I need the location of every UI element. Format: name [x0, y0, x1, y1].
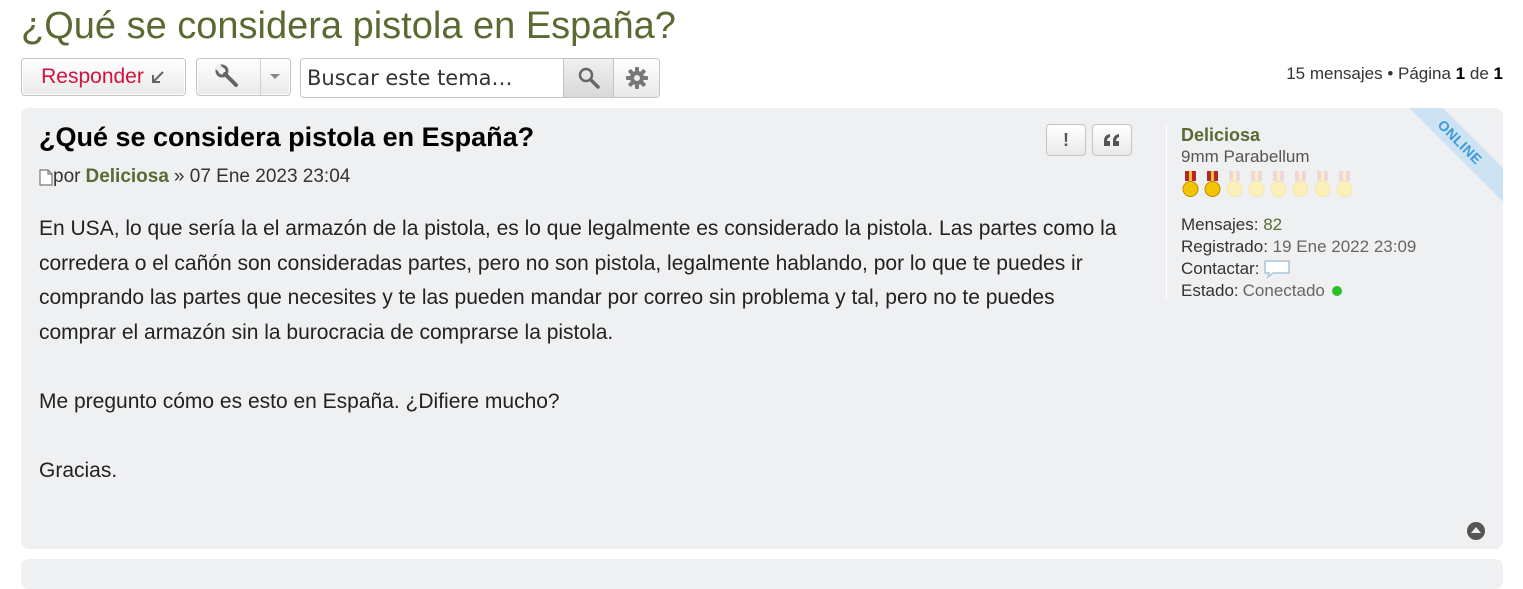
search-input[interactable]	[301, 59, 563, 97]
tools-main[interactable]	[197, 59, 261, 95]
medal-filled-icon	[1204, 171, 1221, 197]
profile-joined: Registrado: 19 Ene 2022 23:09	[1181, 236, 1486, 258]
post-content: En USA, lo que sería la el armazón de la…	[39, 212, 1129, 523]
tools-dropdown[interactable]	[261, 59, 290, 95]
contact-label: Contactar:	[1181, 259, 1260, 278]
post-paragraph: Gracias.	[39, 458, 118, 482]
joined-label: Registrado:	[1181, 237, 1268, 256]
post-meta: por Deliciosa » 07 Ene 2023 23:04	[39, 166, 350, 188]
joined-value: 19 Ene 2022 23:09	[1272, 237, 1417, 256]
medal-filled-icon	[1182, 171, 1199, 197]
post-profile: Deliciosa 9mm Parabellum Mensajes: 82 Re…	[1166, 124, 1486, 300]
reply-button[interactable]: Responder	[21, 58, 186, 96]
profile-rank: 9mm Parabellum	[1181, 147, 1310, 166]
status-label: Estado:	[1181, 281, 1239, 300]
quote-icon	[1104, 134, 1119, 146]
page-title[interactable]: ¿Qué se considera pistola en España?	[21, 3, 676, 49]
topic-tools-button[interactable]	[196, 58, 291, 96]
profile-contact: Contactar:	[1181, 258, 1486, 280]
current-page: 1	[1455, 64, 1466, 83]
next-post	[21, 559, 1503, 589]
wrench-icon	[215, 64, 239, 87]
medal-empty-icon	[1336, 171, 1353, 197]
back-to-top-icon[interactable]	[1466, 521, 1486, 541]
post-paragraph: Me pregunto cómo es esto en España. ¿Dif…	[39, 389, 560, 413]
gear-icon	[625, 67, 648, 89]
reply-label: Responder	[41, 65, 144, 88]
online-dot-icon	[1331, 286, 1342, 296]
post-buttons: !	[1046, 124, 1132, 156]
report-icon: !	[1063, 129, 1069, 150]
total-pages: 1	[1493, 64, 1503, 83]
search-icon	[578, 67, 600, 89]
status-value: Conectado	[1242, 281, 1325, 300]
medal-empty-icon	[1314, 171, 1331, 197]
post-author[interactable]: Deliciosa	[85, 166, 168, 188]
advanced-search-button[interactable]	[613, 59, 659, 97]
medal-empty-icon	[1292, 171, 1309, 197]
posts-label: Mensajes:	[1181, 215, 1259, 234]
post-paragraph: En USA, lo que sería la el armazón de la…	[39, 217, 1117, 344]
post-title[interactable]: ¿Qué se considera pistola en España?	[39, 122, 534, 153]
caret-down-icon	[270, 74, 281, 79]
pagination-sep: de	[1469, 64, 1489, 83]
medal-empty-icon	[1226, 171, 1243, 197]
profile-status: Estado: Conectado	[1181, 280, 1486, 302]
post-date: » 07 Ene 2023 23:04	[173, 166, 351, 187]
posts-value[interactable]: 82	[1263, 215, 1282, 234]
medal-empty-icon	[1270, 171, 1287, 197]
contact-icon[interactable]	[1263, 259, 1291, 279]
post-by: por	[53, 166, 81, 187]
post: ¿Qué se considera pistola en España? ! p…	[21, 108, 1503, 549]
search-box	[300, 58, 660, 98]
pagination: 15 mensajes • Página 1 de 1	[1286, 64, 1503, 84]
pagination-count: 15 mensajes • Página	[1286, 64, 1451, 83]
report-button[interactable]: !	[1046, 124, 1086, 156]
medal-empty-icon	[1248, 171, 1265, 197]
quote-button[interactable]	[1092, 124, 1132, 156]
action-bar: Responder Buscar este tema… 15 mensajes …	[21, 58, 1503, 98]
reply-icon	[151, 71, 164, 83]
rank-medals	[1181, 170, 1486, 198]
post-link-icon[interactable]	[39, 168, 53, 186]
search-button[interactable]	[563, 59, 613, 97]
profile-posts: Mensajes: 82	[1181, 214, 1486, 236]
